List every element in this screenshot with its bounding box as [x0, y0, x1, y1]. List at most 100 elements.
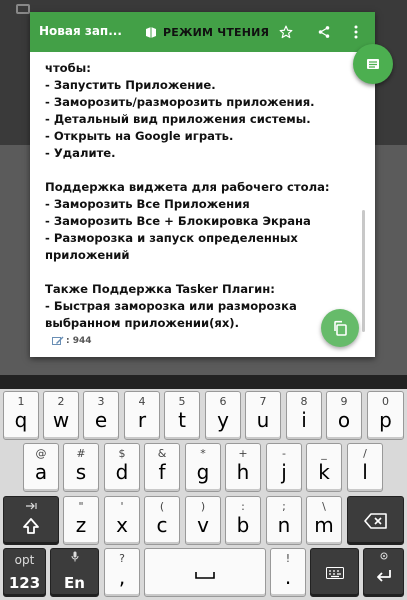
key-label: h: [236, 460, 250, 484]
note-line: чтобы:: [45, 61, 91, 75]
key-period[interactable]: !.: [270, 548, 306, 597]
copy-button[interactable]: [321, 309, 359, 347]
key-alt-label: 6: [219, 395, 227, 408]
note-line: - Заморозить Все Приложения: [45, 197, 250, 211]
tab-icon: [26, 502, 37, 510]
key-c[interactable]: (c: [144, 496, 180, 545]
key-label: b: [236, 513, 250, 537]
space-icon-wrap: [145, 571, 265, 579]
key-label: p: [379, 408, 392, 432]
key-label: n: [277, 513, 291, 537]
note-line: приложений: [45, 248, 130, 262]
key-k[interactable]: _ k: [306, 443, 342, 492]
open-note-button[interactable]: [353, 44, 393, 84]
key-label: a: [34, 460, 48, 484]
book-icon: [367, 59, 379, 69]
key-label: c: [156, 513, 168, 537]
key-l[interactable]: / l: [347, 443, 383, 492]
key-alt-label: /: [363, 447, 367, 460]
reading-mode-icon: [146, 27, 156, 38]
char-counter: : 944: [52, 336, 92, 346]
key-b[interactable]: :b: [225, 496, 261, 545]
copy-icon: [334, 320, 347, 336]
key-label: f: [158, 460, 166, 484]
reading-mode-button[interactable]: РЕЖИМ ЧТЕНИЯ: [145, 21, 269, 43]
keyboard-icon-wrap: [311, 567, 358, 579]
space-key[interactable]: [144, 548, 266, 597]
key-alt-label: +: [238, 447, 248, 460]
key-e[interactable]: 3e: [83, 391, 119, 440]
key-p[interactable]: 0p: [367, 391, 404, 440]
note-header: Новая зап... РЕЖИМ ЧТЕНИЯ: [30, 12, 375, 52]
symbols-key[interactable]: opt 123: [3, 548, 46, 597]
emoji-key[interactable]: [310, 548, 359, 597]
note-line: Также Поддержка Tasker Плагин:: [45, 282, 275, 296]
key-alt-label: 5: [178, 395, 186, 408]
key-label: d: [115, 460, 129, 484]
key-alt-label: [364, 551, 403, 563]
key-alt-label: *: [200, 447, 206, 460]
key-y[interactable]: 6y: [205, 391, 241, 440]
key-u[interactable]: 7u: [245, 391, 281, 440]
key-i[interactable]: 8i: [286, 391, 322, 440]
key-label: l: [362, 460, 368, 484]
key-label: u: [256, 408, 270, 432]
key-h[interactable]: + h: [225, 443, 261, 492]
char-count: : 944: [66, 336, 92, 346]
key-q[interactable]: 1q: [3, 391, 39, 440]
enter-key[interactable]: [363, 548, 404, 597]
backspace-key[interactable]: [347, 496, 404, 545]
key-alt-label: 1: [17, 395, 25, 408]
microphone-icon: [71, 551, 78, 562]
key-alt-label: (: [159, 500, 165, 513]
key-z[interactable]: " z: [63, 496, 99, 545]
key-v[interactable]: ) v: [185, 496, 221, 545]
key-comma[interactable]: ?,: [104, 548, 140, 597]
key-g[interactable]: * g: [185, 443, 221, 492]
key-label: w: [52, 408, 70, 432]
key-alt-label: [4, 500, 58, 513]
key-a[interactable]: @ a: [23, 443, 59, 492]
key-r[interactable]: 4r: [124, 391, 160, 440]
key-label: g: [196, 460, 210, 484]
key-label: k: [318, 460, 330, 484]
more-options-button[interactable]: [346, 22, 366, 42]
key-m[interactable]: \ m: [306, 496, 342, 545]
key-label: ,: [118, 565, 126, 589]
key-j[interactable]: -j: [266, 443, 302, 492]
key-alt-label: -: [282, 447, 286, 460]
note-blank-line: [45, 162, 365, 179]
key-f[interactable]: & f: [144, 443, 180, 492]
note-line: - Удалите.: [45, 146, 116, 160]
key-d[interactable]: $ d: [104, 443, 140, 492]
star-button[interactable]: [276, 22, 296, 42]
language-key[interactable]: En: [50, 548, 99, 597]
note-line: - Заморозить Все + Блокировка Экрана: [45, 214, 311, 228]
share-button[interactable]: [314, 22, 334, 42]
key-label: En: [64, 574, 85, 592]
key-alt-label: !: [285, 552, 291, 565]
space-icon: [195, 572, 215, 579]
key-label: .: [284, 565, 292, 589]
note-text[interactable]: чтобы: - Запустить Приложение. - Замороз…: [45, 60, 365, 332]
key-n[interactable]: ; n: [266, 496, 302, 545]
note-scrollbar[interactable]: [362, 210, 365, 332]
key-label: i: [301, 408, 307, 432]
key-s[interactable]: # s: [63, 443, 99, 492]
key-alt-label: 0: [382, 395, 389, 408]
shift-key[interactable]: [3, 496, 59, 545]
star-icon: [279, 25, 293, 39]
soft-keyboard: 1q 2w 3e 4r 5t 6y 7u 8i 9o 0p @ a # s $ d &…: [0, 375, 407, 600]
key-t[interactable]: 5t: [164, 391, 200, 440]
shift-icon-wrap: [4, 517, 58, 535]
note-title[interactable]: Новая зап...: [39, 24, 122, 38]
reading-mode-label: РЕЖИМ ЧТЕНИЯ: [163, 25, 270, 39]
key-o[interactable]: 9o: [326, 391, 362, 440]
more-vert-icon: [354, 25, 358, 39]
key-w[interactable]: 2w: [43, 391, 79, 440]
key-alt-label: $: [118, 447, 126, 460]
key-label: j: [281, 460, 287, 484]
key-x[interactable]: ' x: [104, 496, 140, 545]
key-alt-label: 3: [97, 395, 105, 408]
key-alt-label: 4: [138, 395, 146, 408]
